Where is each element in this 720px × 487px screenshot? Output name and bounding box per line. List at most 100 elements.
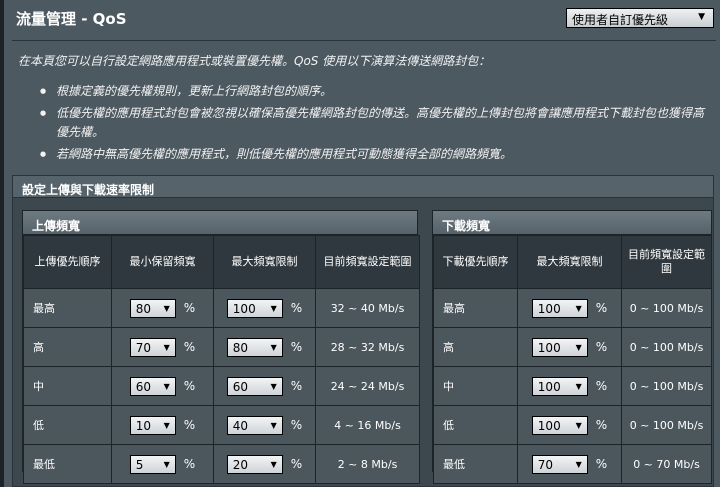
table-row: 低 100 ▼% 0 ~ 100 Mb/s	[433, 405, 712, 445]
chevron-down-icon: ▼	[270, 381, 277, 391]
percent-label: %	[183, 379, 196, 393]
percent-label: %	[183, 418, 196, 432]
upload-max-cell: 40 ▼%	[213, 405, 316, 445]
upload-min-select[interactable]: 5 ▼	[129, 454, 176, 474]
select-value: 100	[232, 301, 256, 316]
download-priority-label: 低	[433, 405, 518, 445]
download-range-value: 0 ~ 70 Mb/s	[621, 444, 712, 484]
percent-label: %	[290, 418, 303, 432]
upload-max-cell: 100 ▼%	[213, 288, 316, 328]
select-value: 100	[537, 379, 561, 394]
percent-label: %	[595, 457, 608, 471]
select-value: 100	[537, 418, 561, 433]
chevron-down-icon: ▼	[575, 303, 582, 313]
percent-label: %	[183, 301, 196, 315]
chevron-down-icon: ▼	[575, 342, 582, 352]
table-row: 最低 5 ▼% 20 ▼% 2 ~ 8 Mb/s	[23, 444, 420, 484]
percent-label: %	[595, 379, 608, 393]
download-max-cell: 100 ▼%	[517, 288, 622, 328]
select-value: 80	[232, 340, 249, 355]
percent-label: %	[595, 301, 608, 315]
table-row: 最低 70 ▼% 0 ~ 70 Mb/s	[433, 444, 712, 484]
table-row: 最高 100 ▼% 0 ~ 100 Mb/s	[433, 288, 712, 328]
upload-max-cell: 20 ▼%	[213, 444, 316, 484]
chevron-down-icon: ▼	[698, 12, 705, 22]
chevron-down-icon: ▼	[575, 459, 582, 469]
upload-min-select[interactable]: 60 ▼	[129, 376, 176, 396]
chevron-down-icon: ▼	[270, 342, 277, 352]
download-max-cell: 100 ▼%	[517, 405, 622, 445]
upload-bandwidth-box: 上傳頻寬 上傳優先順序 最小保留頻寬 最大頻寬限制 目前頻寬設定範圍 最高 80…	[22, 210, 420, 484]
upload-max-cell: 80 ▼%	[213, 327, 316, 367]
select-value: 60	[135, 379, 152, 394]
bullet-item: 低優先權的應用程式封包會被忽視以確保高優先權網路封包的傳送。高優先權的上傳封包將…	[40, 104, 712, 142]
percent-label: %	[290, 301, 303, 315]
upload-box-title: 上傳頻寬	[23, 211, 417, 235]
upload-min-cell: 10 ▼%	[111, 405, 214, 445]
download-header-row: 下載優先順序 最大頻寬限制 目前頻寬設定範圍	[433, 235, 712, 289]
upload-range-value: 4 ~ 16 Mb/s	[315, 405, 420, 445]
chevron-down-icon: ▼	[163, 303, 170, 313]
download-max-select[interactable]: 100 ▼	[531, 298, 588, 318]
chevron-down-icon: ▼	[270, 303, 277, 313]
download-col-range: 目前頻寬設定範圍	[621, 235, 712, 289]
upload-min-cell: 60 ▼%	[111, 366, 214, 406]
download-priority-label: 中	[433, 366, 518, 406]
select-value: 10	[135, 418, 152, 433]
page-header: 流量管理 - QoS 使用者自訂優先級 ▼	[4, 0, 720, 40]
table-row: 中 100 ▼% 0 ~ 100 Mb/s	[433, 366, 712, 406]
algorithm-bullets: 根據定義的優先權規則，更新上行網路封包的順序。 低優先權的應用程式封包會被忽視以…	[40, 82, 712, 167]
select-value: 70	[537, 457, 554, 472]
download-max-select[interactable]: 100 ▼	[531, 415, 588, 435]
download-max-cell: 100 ▼%	[517, 366, 622, 406]
percent-label: %	[183, 457, 196, 471]
chevron-down-icon: ▼	[575, 420, 582, 430]
download-max-cell: 100 ▼%	[517, 327, 622, 367]
upload-col-priority: 上傳優先順序	[23, 235, 112, 289]
percent-label: %	[290, 379, 303, 393]
percent-label: %	[290, 340, 303, 354]
download-max-select[interactable]: 70 ▼	[531, 454, 588, 474]
table-row: 中 60 ▼% 60 ▼% 24 ~ 24 Mb/s	[23, 366, 420, 406]
download-max-cell: 70 ▼%	[517, 444, 622, 484]
page-title: 流量管理 - QoS	[16, 10, 127, 28]
chevron-down-icon: ▼	[163, 459, 170, 469]
upload-max-select[interactable]: 100 ▼	[226, 298, 283, 318]
bullet-item: 根據定義的優先權規則，更新上行網路封包的順序。	[40, 82, 712, 101]
table-row: 最高 80 ▼% 100 ▼% 32 ~ 40 Mb/s	[23, 288, 420, 328]
table-row: 高 100 ▼% 0 ~ 100 Mb/s	[433, 327, 712, 367]
upload-priority-label: 中	[23, 366, 112, 406]
select-value: 20	[232, 457, 249, 472]
chevron-down-icon: ▼	[575, 381, 582, 391]
percent-label: %	[595, 418, 608, 432]
download-max-select[interactable]: 100 ▼	[531, 337, 588, 357]
upload-table: 上傳優先順序 最小保留頻寬 最大頻寬限制 目前頻寬設定範圍 最高 80 ▼% 10…	[23, 235, 420, 484]
upload-min-select[interactable]: 10 ▼	[129, 415, 176, 435]
download-box-title: 下載頻寬	[433, 211, 711, 235]
percent-label: %	[595, 340, 608, 354]
select-value: 100	[537, 340, 561, 355]
upload-range-value: 28 ~ 32 Mb/s	[315, 327, 420, 367]
upload-range-value: 32 ~ 40 Mb/s	[315, 288, 420, 328]
upload-min-select[interactable]: 70 ▼	[129, 337, 176, 357]
select-value: 70	[135, 340, 152, 355]
select-value: 60	[232, 379, 249, 394]
intro-text: 在本頁您可以自行設定網路應用程式或裝置優先權。QoS 使用以下演算法傳送網路封包…	[18, 54, 491, 68]
upload-min-select[interactable]: 80 ▼	[129, 298, 176, 318]
select-value: 80	[135, 301, 152, 316]
upload-max-select[interactable]: 80 ▼	[226, 337, 283, 357]
upload-max-select[interactable]: 40 ▼	[226, 415, 283, 435]
left-edge-strip	[0, 0, 4, 487]
download-max-select[interactable]: 100 ▼	[531, 376, 588, 396]
upload-col-max: 最大頻寬限制	[213, 235, 316, 289]
rate-limit-panel-title: 設定上傳與下載速率限制	[13, 176, 713, 198]
table-row: 低 10 ▼% 40 ▼% 4 ~ 16 Mb/s	[23, 405, 420, 445]
percent-label: %	[183, 340, 196, 354]
qos-mode-select[interactable]: 使用者自訂優先級 ▼	[566, 8, 714, 28]
chevron-down-icon: ▼	[163, 420, 170, 430]
upload-min-cell: 70 ▼%	[111, 327, 214, 367]
upload-priority-label: 高	[23, 327, 112, 367]
upload-col-range: 目前頻寬設定範圍	[315, 235, 420, 289]
upload-max-select[interactable]: 60 ▼	[226, 376, 283, 396]
upload-max-select[interactable]: 20 ▼	[226, 454, 283, 474]
